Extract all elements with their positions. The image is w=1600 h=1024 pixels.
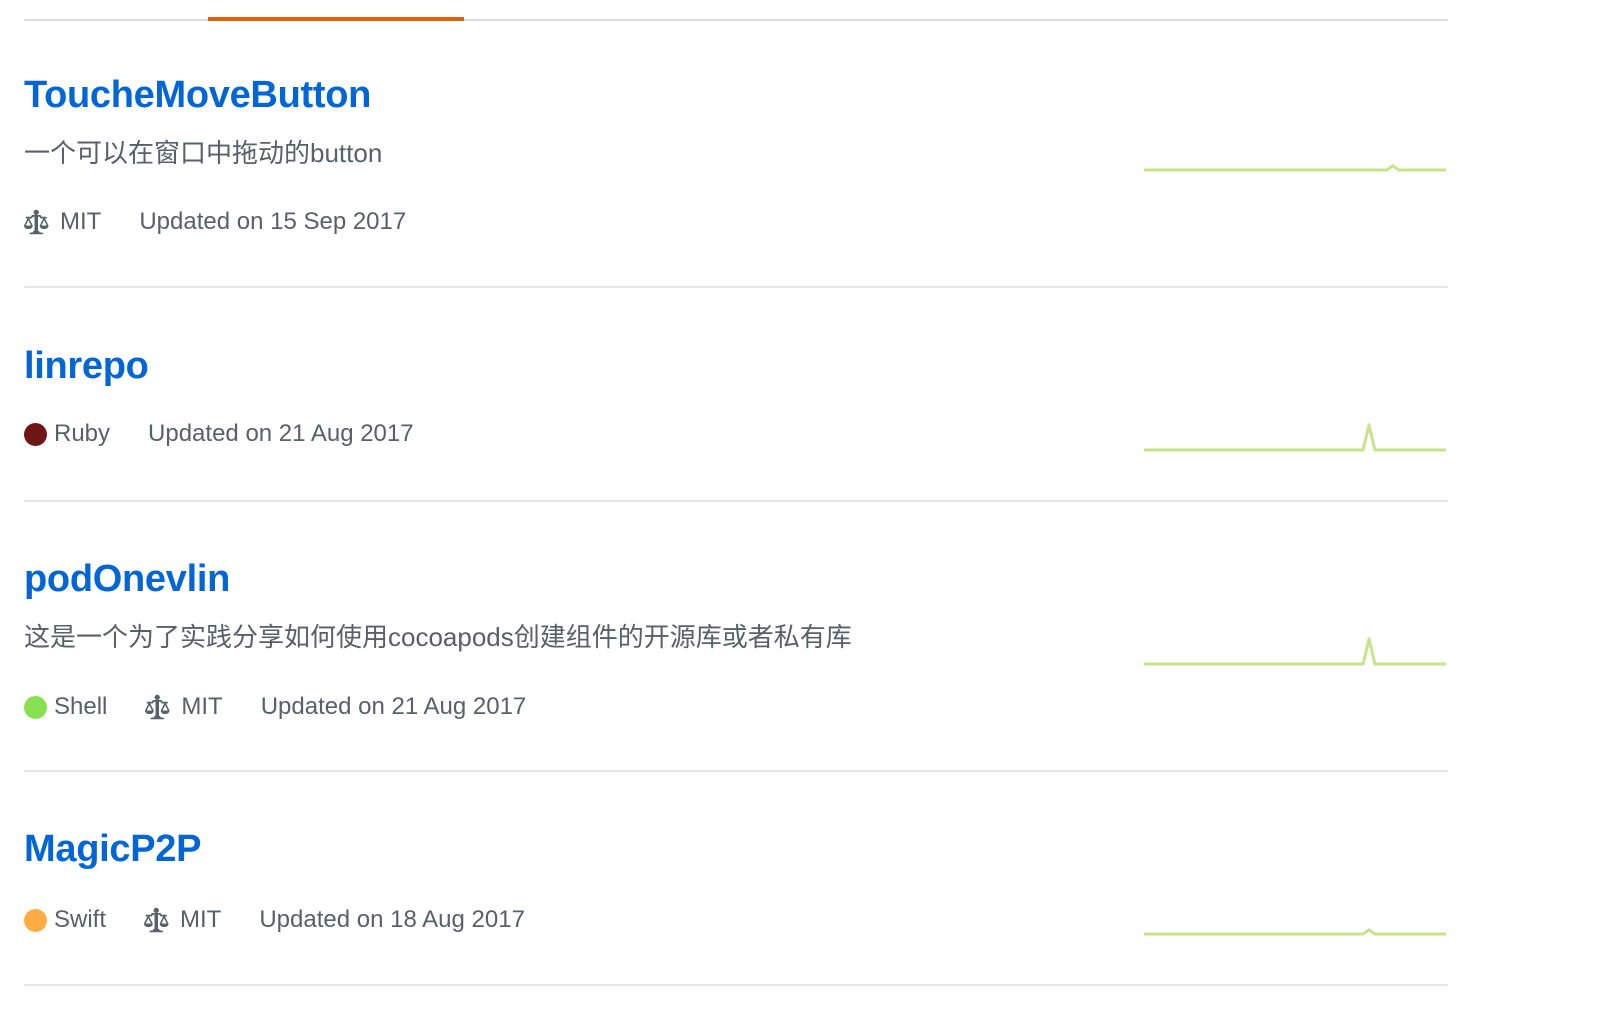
language: Shell: [24, 695, 107, 719]
sparkline-path: [1144, 928, 1446, 936]
repo-name-link[interactable]: MagicP2P: [24, 830, 201, 868]
sparkline-path: [1144, 423, 1446, 452]
repo-meta: MIT Updated on 15 Sep 2017: [24, 208, 444, 236]
repo-description: 一个可以在窗口中拖动的button: [24, 138, 383, 168]
repo-name-link[interactable]: linrepo: [24, 347, 149, 385]
language: Swift: [24, 908, 106, 932]
repo-list-item: MagicP2P Swift MIT Updated on 18 Aug 201…: [24, 772, 1448, 986]
language-label: Shell: [54, 693, 108, 720]
sparkline-path: [1144, 164, 1446, 172]
activity-sparkline: [1144, 423, 1446, 452]
license-label: MIT: [180, 906, 222, 933]
language: Ruby: [24, 422, 110, 446]
law-icon: [24, 209, 49, 235]
activity-sparkline: [1144, 164, 1446, 172]
repo-list-item: ToucheMoveButton 一个可以在窗口中拖动的button MIT U…: [24, 0, 1448, 288]
repo-list-item: linrepo Ruby Updated on 21 Aug 2017: [24, 288, 1448, 502]
repo-meta: Ruby Updated on 21 Aug 2017: [24, 422, 452, 446]
license: MIT: [144, 906, 221, 934]
language-color-dot: [24, 695, 47, 719]
repo-description: 这是一个为了实践分享如何使用cocoapods创建组件的开源库或者私有库: [24, 622, 852, 652]
updated-time: Updated on 15 Sep 2017: [139, 208, 407, 235]
language-color-dot: [24, 422, 47, 446]
updated-time: Updated on 21 Aug 2017: [148, 420, 414, 447]
updated-time: Updated on 18 Aug 2017: [259, 906, 525, 933]
activity-sparkline: [1144, 928, 1446, 936]
license-label: MIT: [60, 208, 102, 235]
law-icon: [144, 907, 169, 933]
repo-name-link[interactable]: podOnevlin: [24, 560, 230, 598]
repo-meta: Shell MIT Updated on 21 Aug 2017: [24, 693, 564, 721]
law-icon: [145, 694, 170, 720]
license-label: MIT: [181, 693, 223, 720]
license: MIT: [24, 208, 101, 236]
language-color-dot: [24, 908, 47, 932]
repository-list-page: ToucheMoveButton 一个可以在窗口中拖动的button MIT U…: [0, 0, 1600, 1024]
updated-time: Updated on 21 Aug 2017: [260, 693, 527, 720]
activity-sparkline: [1144, 637, 1446, 666]
license: MIT: [145, 693, 223, 721]
sparkline-path: [1144, 637, 1446, 666]
language-label: Ruby: [54, 420, 111, 447]
repo-name-link[interactable]: ToucheMoveButton: [24, 76, 371, 114]
repo-list-item: podOnevlin 这是一个为了实践分享如何使用cocoapods创建组件的开…: [24, 502, 1448, 772]
language-label: Swift: [54, 906, 107, 933]
repo-meta: Swift MIT Updated on 18 Aug 2017: [24, 906, 563, 934]
